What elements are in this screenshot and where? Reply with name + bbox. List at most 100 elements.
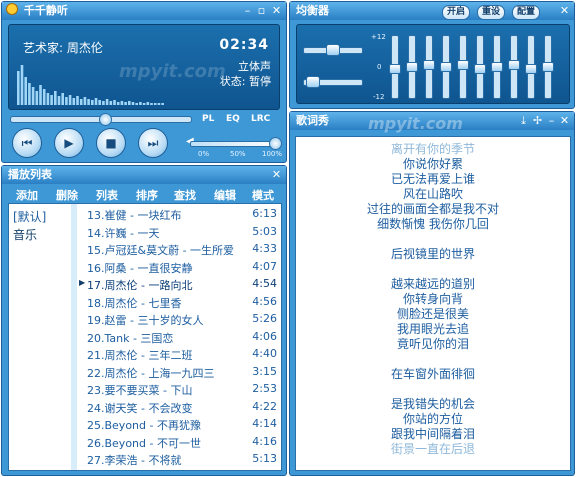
spectrum-bar — [87, 99, 90, 105]
seek-knob[interactable] — [99, 113, 112, 126]
eq-band-slider[interactable] — [389, 35, 401, 99]
track-title: 14.许巍 - 一天 — [87, 226, 160, 240]
spectrum-bar — [50, 95, 53, 105]
lyric-line: 街景一直在后退 — [390, 442, 475, 456]
eq-band-knob[interactable] — [525, 64, 537, 74]
eq-band-slider[interactable] — [423, 35, 435, 99]
eq-band-knob[interactable] — [423, 60, 435, 70]
spectrum-bar — [54, 91, 57, 105]
spectrum-bar — [35, 91, 39, 105]
spectrum-bar — [31, 87, 35, 105]
playlist-close-icon[interactable]: ✕ — [270, 168, 283, 181]
lyrics-pin-icon[interactable]: ✢ — [531, 114, 544, 127]
eq-preamp-slider[interactable] — [303, 44, 363, 56]
spectrum-bar — [120, 101, 124, 105]
lyric-line: 竟听见你的泪 — [396, 337, 469, 351]
track-duration: 6:13 — [252, 207, 277, 220]
next-button[interactable]: ⏭ — [138, 128, 168, 158]
track-duration: 4:22 — [252, 399, 277, 413]
track-row[interactable]: 25.Beyond - 不再犹豫 4:14 — [85, 416, 277, 433]
playlist-toolbar: 添加 删除 列表 排序 查找 编辑 模式 — [8, 187, 280, 203]
eq-band-knob[interactable] — [389, 64, 401, 74]
track-duration: 5:03 — [252, 224, 277, 238]
eq-band-knob[interactable] — [508, 60, 520, 70]
lrc-toggle[interactable]: LRC — [251, 113, 270, 125]
eq-band-slider[interactable] — [457, 35, 469, 99]
eq-band-slider[interactable] — [491, 35, 503, 99]
track-row[interactable]: 20.Tank - 三国恋 4:06 — [85, 329, 277, 346]
eq-band-knob[interactable] — [440, 62, 452, 72]
track-list: 13.崔健 - 一块红布 6:13 14.许巍 - 一天 5:03 15.卢冠廷&莫文蔚… — [79, 204, 281, 470]
track-row[interactable]: 21.周杰伦 - 三年二班 4:40 — [85, 346, 277, 363]
track-title: 19.赵雷 - 三十岁的女人 — [87, 314, 204, 327]
track-row[interactable]: 27.李荣浩 - 不将就 5:13 — [85, 451, 277, 468]
eq-band-slider[interactable] — [440, 35, 452, 99]
pl-toggle[interactable]: PL — [202, 113, 214, 125]
eq-enable-button[interactable]: 开启 — [442, 5, 471, 20]
eq-preamp-knob[interactable] — [326, 44, 340, 56]
elapsed-time[interactable]: 02:34 — [219, 37, 269, 53]
lyrics-body[interactable]: 离开有你的季节 你说你好累 已无法再爱上谁 风在山路吹 过往的画面全都是我不对 细数惭愧 … — [295, 136, 571, 471]
minimize-icon[interactable]: – — [241, 4, 254, 17]
play-button[interactable]: ▶ — [54, 128, 84, 158]
eq-band-slider[interactable] — [406, 35, 418, 99]
spectrum-bar — [17, 71, 20, 105]
eq-reset-button[interactable]: 重设 — [477, 5, 506, 20]
track-row[interactable]: ▶ 17.周杰伦 - 一路向北 4:54 — [79, 276, 277, 293]
track-duration: 2:53 — [252, 382, 277, 395]
delete-button[interactable]: 删除 — [56, 187, 78, 203]
sort-button[interactable]: 排序 — [136, 187, 158, 203]
lyrics-download-icon[interactable]: ⤓ — [517, 114, 530, 127]
lyrics-minimize-icon[interactable]: – — [545, 114, 558, 127]
eq-balance-slider[interactable] — [303, 76, 363, 88]
track-row[interactable]: 23.要不要买菜 - 下山 2:53 — [85, 381, 277, 398]
eq-band-slider[interactable] — [542, 35, 554, 99]
spectrum-bar — [91, 100, 94, 105]
track-row[interactable]: 15.卢冠廷&莫文蔚 - 一生所爱 4:33 — [85, 241, 277, 258]
group-scrollbar[interactable] — [71, 204, 77, 470]
eq-band-knob[interactable] — [474, 64, 486, 74]
track-row[interactable]: 18.周杰伦 - 七里香 4:56 — [85, 294, 277, 311]
eq-scale-mid: 0 — [377, 63, 382, 71]
track-row[interactable]: 19.赵雷 - 三十岁的女人 5:26 — [85, 311, 277, 328]
volume-slider[interactable] — [190, 137, 282, 150]
group-item-music[interactable]: 音乐 — [13, 226, 37, 243]
track-duration: 4:56 — [252, 294, 277, 308]
spectrum-bar — [76, 96, 79, 105]
list-button[interactable]: 列表 — [96, 187, 118, 203]
add-button[interactable]: 添加 — [16, 187, 38, 203]
lyrics-close-icon[interactable]: ✕ — [558, 114, 571, 127]
prev-button[interactable]: ⏮ — [12, 128, 42, 158]
eq-config-button[interactable]: 配置 — [512, 5, 541, 20]
eq-band-slider[interactable] — [508, 35, 520, 99]
spectrum-bar — [42, 89, 46, 105]
track-row[interactable]: 14.许巍 - 一天 5:03 — [85, 224, 277, 241]
eq-close-icon[interactable]: ✕ — [558, 4, 571, 17]
track-row[interactable]: 16.阿桑 - 一直很安静 4:07 — [85, 259, 277, 276]
eq-band-slider[interactable] — [474, 35, 486, 99]
stop-button[interactable]: ■ — [96, 128, 126, 158]
eq-band-slider[interactable] — [525, 35, 537, 99]
seek-bar[interactable] — [10, 113, 192, 126]
track-row[interactable]: 22.周杰伦 - 上海一九四三 3:15 — [85, 364, 277, 381]
eq-band-knob[interactable] — [542, 62, 554, 72]
lyric-line: 细数惭愧 我伤你几回 — [377, 217, 489, 231]
playlist-title: 播放列表 — [8, 168, 52, 181]
playlist-titlebar[interactable]: 播放列表 — [2, 166, 286, 184]
stop-icon: ■ — [105, 136, 117, 150]
track-row[interactable]: 26.Beyond - 不可一世 4:16 — [85, 434, 277, 451]
eq-band-knob[interactable] — [491, 62, 503, 72]
group-item-default[interactable]: [默认] — [13, 208, 46, 225]
track-row[interactable]: 13.崔健 - 一块红布 6:13 — [85, 206, 277, 223]
volume-knob[interactable] — [269, 137, 282, 150]
eq-toggle[interactable]: EQ — [226, 113, 240, 125]
mode-button[interactable]: 模式 — [252, 187, 274, 203]
minimode-icon[interactable]: ▫ — [255, 4, 268, 17]
close-icon[interactable]: ✕ — [270, 4, 283, 17]
eq-band-knob[interactable] — [457, 60, 469, 70]
edit-button[interactable]: 编辑 — [214, 187, 236, 203]
track-row[interactable]: 24.谢天笑 - 不会改变 4:22 — [85, 399, 277, 416]
eq-balance-knob[interactable] — [306, 76, 320, 88]
find-button[interactable]: 查找 — [174, 187, 196, 203]
eq-band-knob[interactable] — [406, 62, 418, 72]
